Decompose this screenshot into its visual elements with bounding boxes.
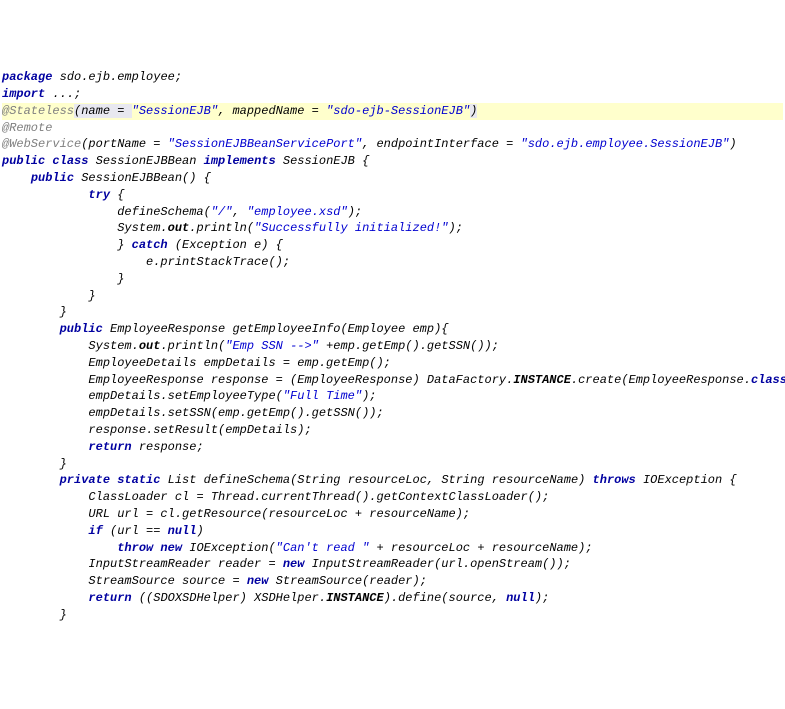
code-line: return ((SDOXSDHelper) XSDHelper.INSTANC… bbox=[2, 590, 783, 607]
code-line: System.out.println("Emp SSN -->" +emp.ge… bbox=[2, 338, 783, 355]
code-line: EmployeeDetails empDetails = emp.getEmp(… bbox=[2, 355, 783, 372]
code-line: StreamSource source = new StreamSource(r… bbox=[2, 573, 783, 590]
code-line: package sdo.ejb.employee; bbox=[2, 69, 783, 86]
code-line: @WebService(portName = "SessionEJBBeanSe… bbox=[2, 136, 783, 153]
code-line: import ...; bbox=[2, 86, 783, 103]
code-line: } bbox=[2, 607, 783, 624]
code-line: try { bbox=[2, 187, 783, 204]
code-line: empDetails.setSSN(emp.getEmp().getSSN())… bbox=[2, 405, 783, 422]
code-line: System.out.println("Successfully initial… bbox=[2, 220, 783, 237]
code-line: throw new IOException("Can't read " + re… bbox=[2, 540, 783, 557]
code-line: ClassLoader cl = Thread.currentThread().… bbox=[2, 489, 783, 506]
code-line: e.printStackTrace(); bbox=[2, 254, 783, 271]
code-line: public EmployeeResponse getEmployeeInfo(… bbox=[2, 321, 783, 338]
code-line: } bbox=[2, 271, 783, 288]
code-line: return response; bbox=[2, 439, 783, 456]
code-line: } catch (Exception e) { bbox=[2, 237, 783, 254]
code-line: defineSchema("/", "employee.xsd"); bbox=[2, 204, 783, 221]
code-line: private static List defineSchema(String … bbox=[2, 472, 783, 489]
code-line: if (url == null) bbox=[2, 523, 783, 540]
code-line: @Remote bbox=[2, 120, 783, 137]
code-line: InputStreamReader reader = new InputStre… bbox=[2, 556, 783, 573]
code-line: } bbox=[2, 456, 783, 473]
code-line: public class SessionEJBBean implements S… bbox=[2, 153, 783, 170]
code-line-highlighted: @Stateless(name = "SessionEJB", mappedNa… bbox=[2, 103, 783, 120]
code-line: empDetails.setEmployeeType("Full Time"); bbox=[2, 388, 783, 405]
code-line: } bbox=[2, 288, 783, 305]
code-line: EmployeeResponse response = (EmployeeRes… bbox=[2, 372, 783, 389]
code-editor[interactable]: package sdo.ejb.employee;import ...;@Sta… bbox=[2, 69, 783, 623]
code-line: URL url = cl.getResource(resourceLoc + r… bbox=[2, 506, 783, 523]
code-line: } bbox=[2, 304, 783, 321]
code-line: response.setResult(empDetails); bbox=[2, 422, 783, 439]
code-line: public SessionEJBBean() { bbox=[2, 170, 783, 187]
